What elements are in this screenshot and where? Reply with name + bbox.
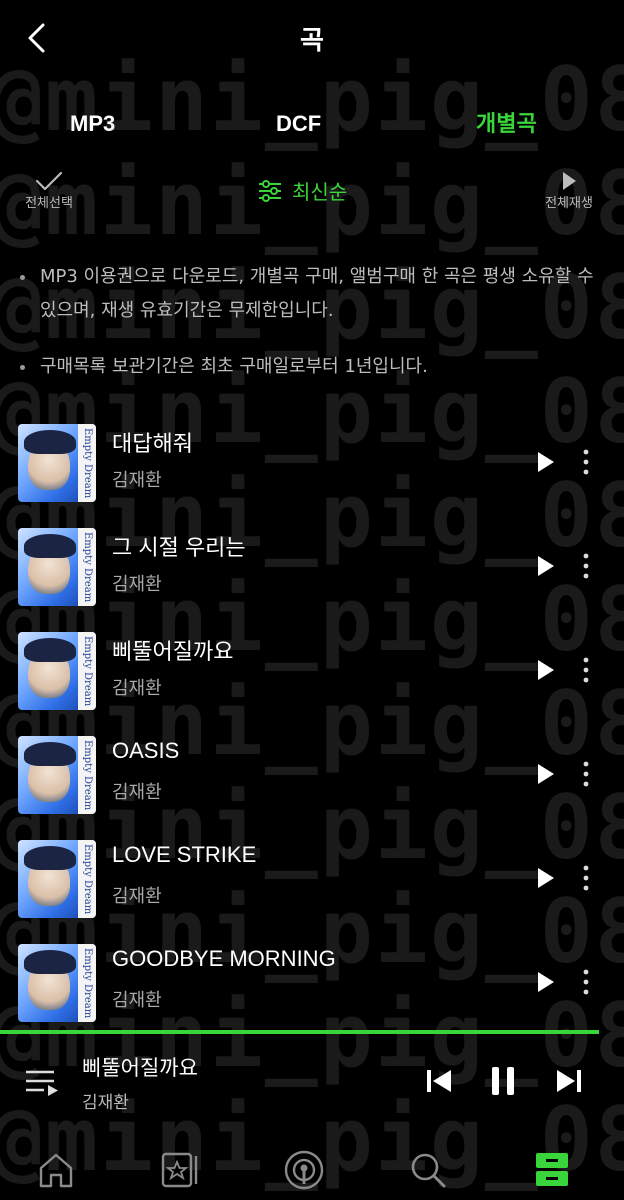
bullet-icon (20, 365, 25, 370)
album-cover: Empty Dream (18, 424, 96, 502)
tab-bar: MP3 DCF 개별곡 (0, 100, 624, 148)
notice-item: MP3 이용권으로 다운로드, 개별곡 구매, 앨범구매 한 곡은 평생 소유할… (18, 260, 608, 328)
album-cover: Empty Dream (18, 736, 96, 814)
song-row[interactable]: Empty Dream 삐뚤어질까요 김재환 (0, 628, 624, 710)
nav-podcast[interactable] (280, 1148, 328, 1192)
song-title: 삐뚤어질까요 (112, 639, 234, 664)
song-artist: 김재환 (112, 678, 162, 699)
song-artist: 김재환 (112, 470, 162, 491)
tab-mp3[interactable]: MP3 (70, 100, 115, 148)
playlist-icon[interactable] (22, 1062, 62, 1102)
more-vertical-icon[interactable] (578, 656, 594, 684)
sliders-icon (259, 179, 281, 202)
action-row: 전체선택 최신순 전체재생 (0, 166, 624, 222)
now-playing-title: 삐뚤어질까요 (82, 1056, 198, 1080)
play-icon[interactable] (536, 762, 556, 786)
song-title: OASIS (112, 738, 180, 763)
home-icon (39, 1153, 73, 1188)
tab-single-track[interactable]: 개별곡 (476, 100, 537, 148)
song-title: 대답해줘 (112, 431, 193, 456)
song-title: LOVE STRIKE (112, 842, 257, 867)
play-icon[interactable] (536, 866, 556, 890)
album-cover-text: Empty Dream (78, 632, 96, 710)
nav-search[interactable] (404, 1148, 452, 1192)
previous-icon[interactable] (420, 1062, 458, 1100)
song-row[interactable]: Empty Dream OASIS 김재환 (0, 732, 624, 814)
play-icon[interactable] (536, 450, 556, 474)
play-icon[interactable] (536, 554, 556, 578)
album-cover: Empty Dream (18, 632, 96, 710)
play-icon[interactable] (536, 970, 556, 994)
bottom-nav (0, 1140, 624, 1200)
more-vertical-icon[interactable] (578, 760, 594, 788)
album-cover: Empty Dream (18, 840, 96, 918)
song-artist: 김재환 (112, 990, 162, 1011)
notice-text: MP3 이용권으로 다운로드, 개별곡 구매, 앨범구매 한 곡은 평생 소유할… (40, 266, 594, 321)
album-cover-text: Empty Dream (78, 736, 96, 814)
storage-icon (536, 1153, 568, 1186)
song-title: 그 시절 우리는 (112, 535, 246, 560)
search-icon (411, 1153, 446, 1188)
more-vertical-icon[interactable] (578, 864, 594, 892)
check-icon (35, 171, 63, 191)
song-artist: 김재환 (112, 574, 162, 595)
song-row[interactable]: Empty Dream LOVE STRIKE 김재환 (0, 836, 624, 918)
pause-icon[interactable] (484, 1062, 522, 1100)
album-cover: Empty Dream (18, 528, 96, 606)
notice-text: 구매목록 보관기간은 최초 구매일로부터 1년입니다. (40, 356, 428, 377)
star-library-icon (161, 1152, 198, 1188)
play-icon (563, 172, 576, 190)
play-all-label: 전체재생 (545, 196, 593, 211)
sort-label: 최신순 (292, 180, 348, 204)
now-playing-artist: 김재환 (82, 1093, 129, 1113)
more-vertical-icon[interactable] (578, 968, 594, 996)
top-bar: 곡 (0, 0, 624, 76)
nav-library[interactable] (156, 1148, 204, 1192)
play-all-button[interactable]: 전체재생 (538, 170, 600, 211)
mini-player[interactable]: 삐뚤어질까요 김재환 (0, 1040, 624, 1132)
select-all-label: 전체선택 (25, 196, 73, 211)
more-vertical-icon[interactable] (578, 552, 594, 580)
play-icon[interactable] (536, 658, 556, 682)
notice-item: 구매목록 보관기간은 최초 구매일로부터 1년입니다. (18, 350, 608, 384)
song-row[interactable]: Empty Dream GOODBYE MORNING 김재환 (0, 940, 624, 1022)
album-cover-text: Empty Dream (78, 944, 96, 1022)
more-vertical-icon[interactable] (578, 448, 594, 476)
playback-progress-bar[interactable] (0, 1030, 600, 1034)
album-cover-text: Empty Dream (78, 840, 96, 918)
nav-home[interactable] (32, 1148, 80, 1192)
bullet-icon (20, 275, 25, 280)
notice-list: MP3 이용권으로 다운로드, 개별곡 구매, 앨범구매 한 곡은 평생 소유할… (18, 260, 608, 406)
album-cover: Empty Dream (18, 944, 96, 1022)
song-row[interactable]: Empty Dream 그 시절 우리는 김재환 (0, 524, 624, 606)
next-icon[interactable] (550, 1062, 588, 1100)
song-title: GOODBYE MORNING (112, 946, 336, 971)
nav-storage[interactable] (528, 1148, 576, 1192)
page-title: 곡 (300, 26, 324, 56)
song-artist: 김재환 (112, 886, 162, 907)
tab-dcf[interactable]: DCF (276, 100, 321, 148)
album-cover-text: Empty Dream (78, 424, 96, 502)
podcast-icon (284, 1150, 324, 1190)
song-artist: 김재환 (112, 782, 162, 803)
album-cover-text: Empty Dream (78, 528, 96, 606)
sort-button[interactable]: 최신순 (258, 176, 347, 205)
select-all-button[interactable]: 전체선택 (20, 170, 78, 211)
song-row[interactable]: Empty Dream 대답해줘 김재환 (0, 420, 624, 502)
